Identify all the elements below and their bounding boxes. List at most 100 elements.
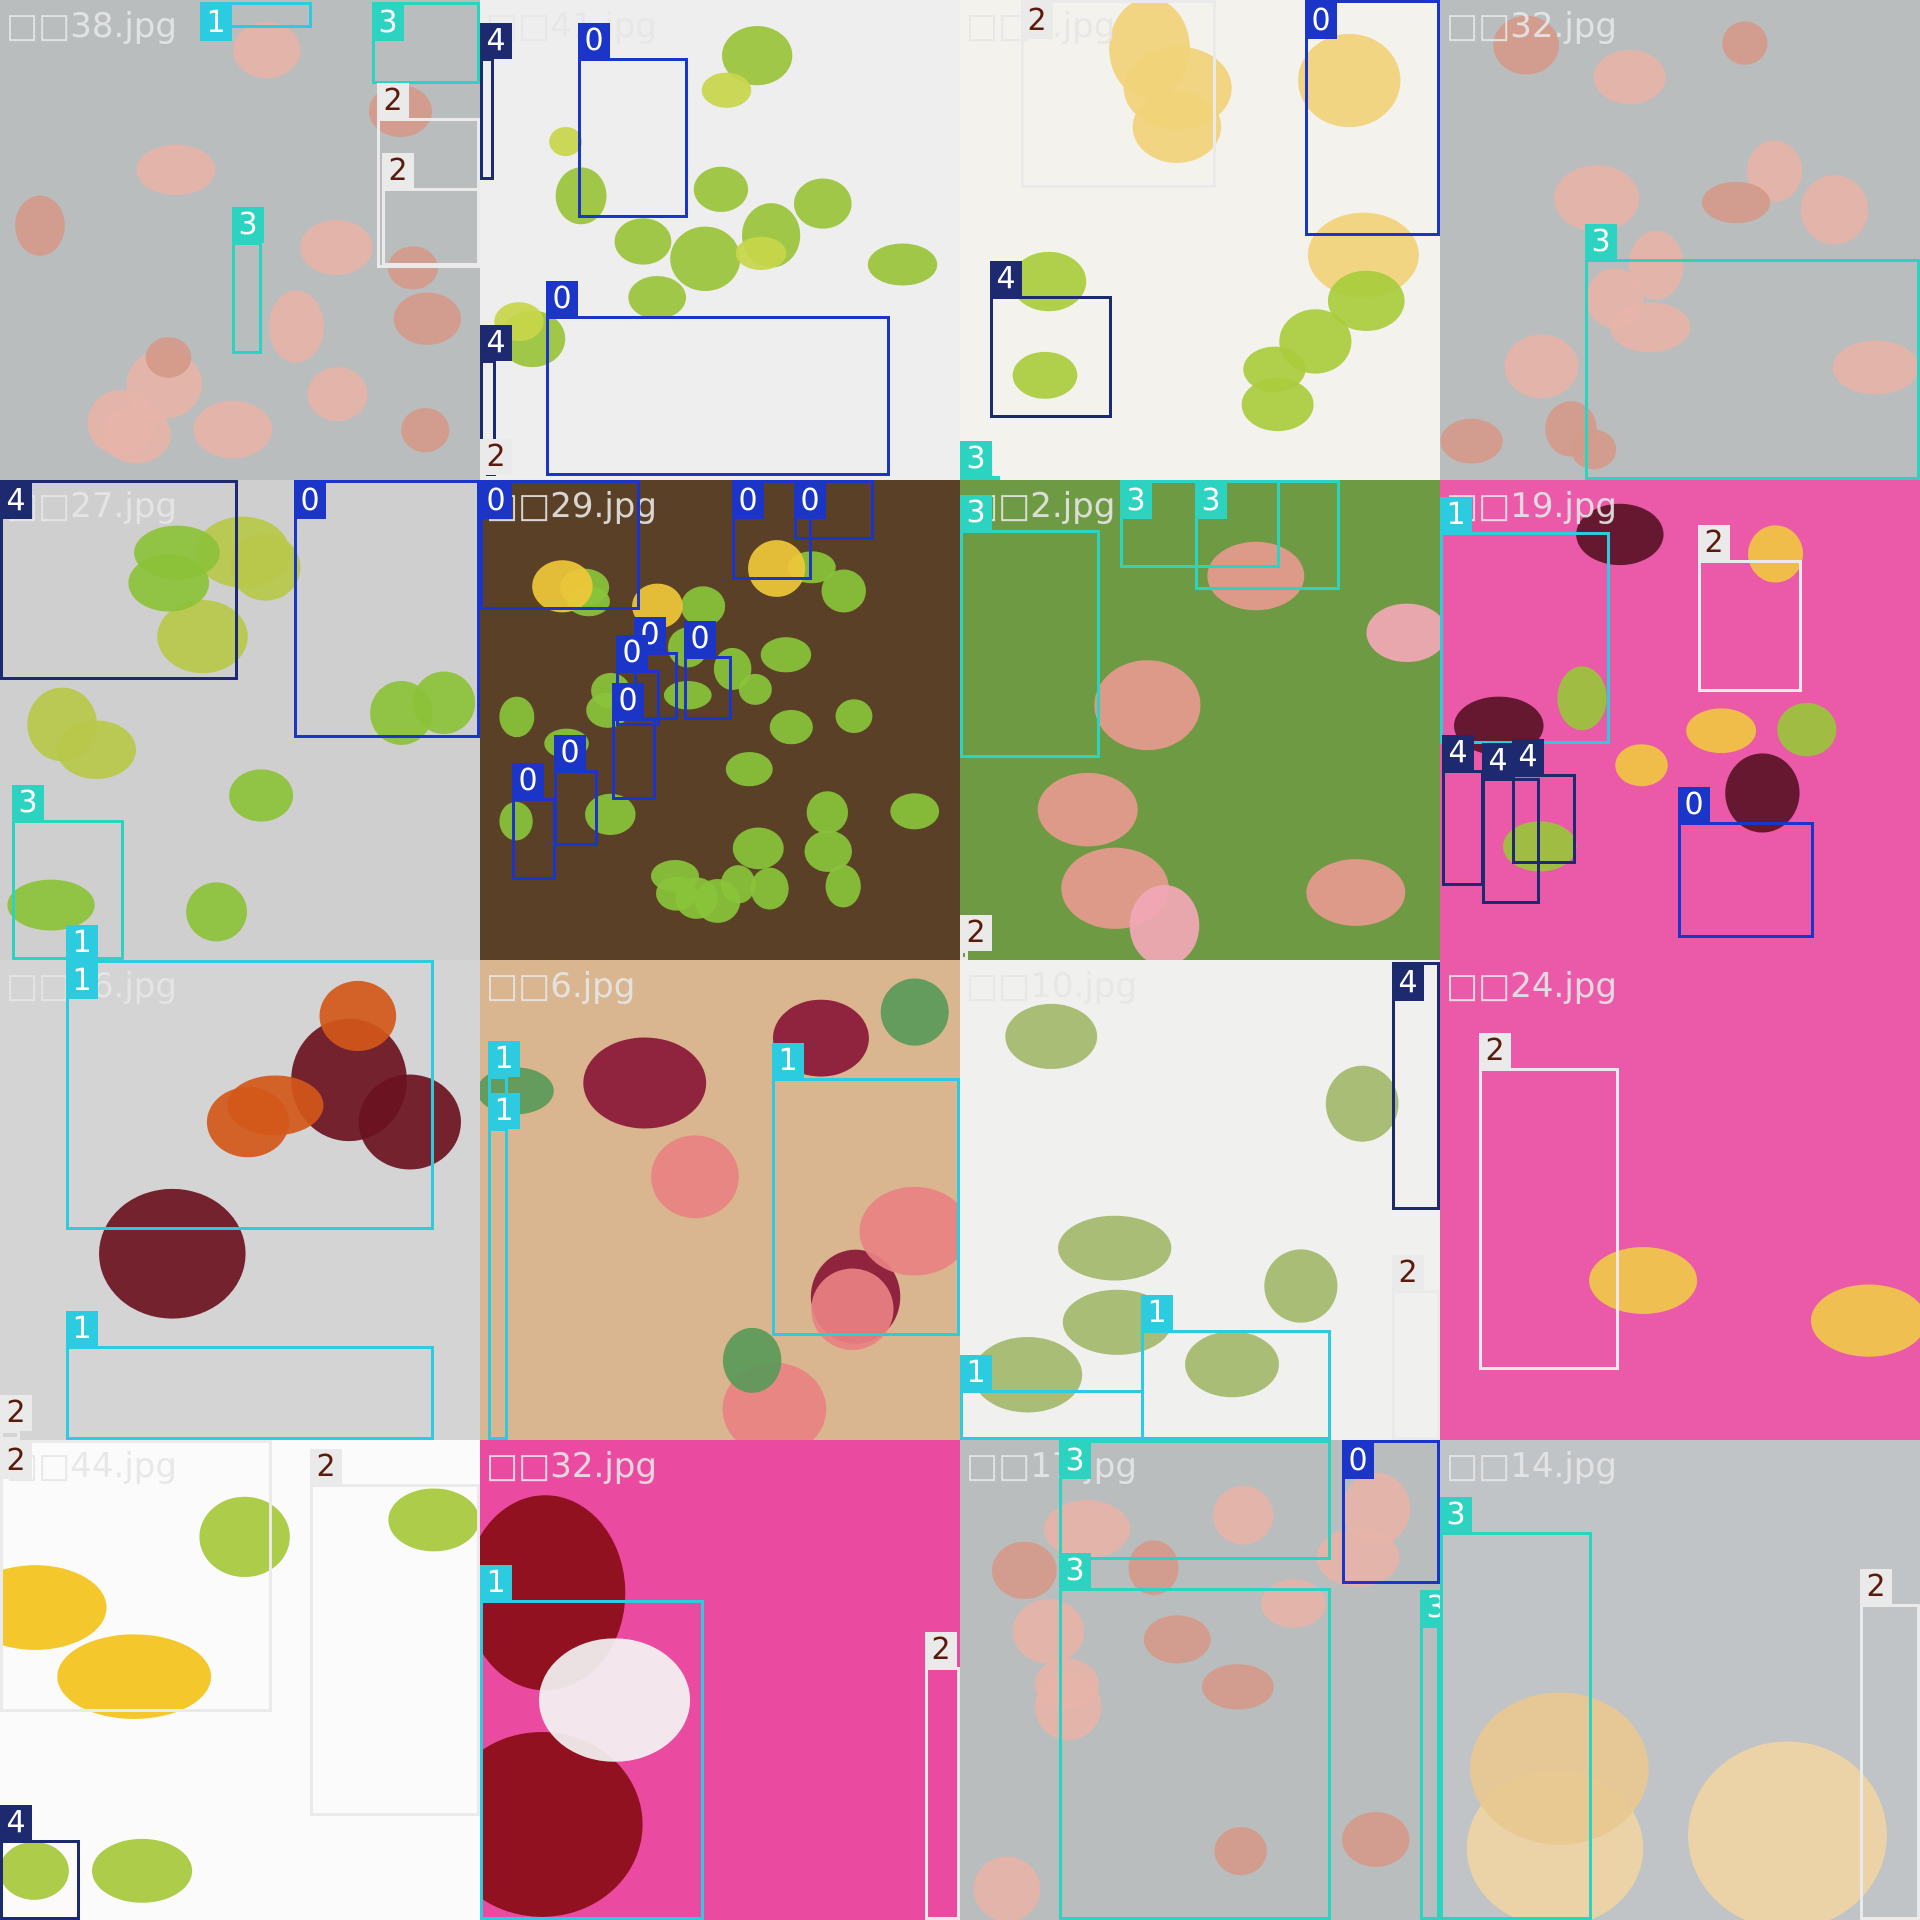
fruit-shape	[91, 1838, 193, 1903]
tile-filename: □□24.jpg	[1446, 966, 1617, 1006]
fruit-shape	[393, 292, 461, 345]
class-label: 4	[1512, 739, 1544, 775]
fruit-shape	[1005, 1003, 1098, 1069]
bounding-box: 4	[1392, 962, 1440, 1210]
class-label: 2	[1698, 525, 1730, 561]
fruit-shape	[1615, 744, 1668, 787]
fruit-shape	[760, 637, 812, 673]
fruit-shape	[499, 696, 535, 738]
class-label: 1	[488, 1093, 520, 1129]
class-label: 4	[480, 325, 512, 361]
class-label: 1	[480, 1565, 512, 1601]
class-label: 2	[1021, 3, 1053, 39]
bounding-box: 2	[1392, 1255, 1440, 1440]
class-label: 1	[772, 1043, 804, 1079]
bounding-box: 2	[382, 153, 480, 266]
mosaic-tile: □□2.jpg 3 3 3 2	[960, 480, 1440, 960]
fruit-shape	[268, 290, 324, 363]
tile-filename: □□32.jpg	[486, 1446, 657, 1486]
mosaic-tile: □□41.jpg 4 0 0 4 2	[480, 0, 960, 480]
fruit-shape	[890, 793, 940, 830]
class-label: 1	[1440, 497, 1472, 533]
bounding-box: 2	[1698, 525, 1802, 692]
class-label: 3	[960, 495, 992, 531]
fruit-shape	[614, 218, 672, 265]
class-label: 0	[554, 735, 586, 771]
mosaic-tile: □□27.jpg 4 0 3 1	[0, 480, 480, 960]
class-label: 0	[512, 763, 544, 799]
class-label: 2	[960, 915, 992, 951]
mosaic-tile: □□32.jpg 3	[1440, 0, 1920, 480]
class-label: 3	[1585, 224, 1617, 260]
fruit-shape	[693, 166, 749, 212]
fruit-shape	[186, 882, 247, 942]
fruit-shape	[880, 978, 949, 1046]
class-label: 2	[1479, 1033, 1511, 1069]
class-label: 4	[0, 1805, 32, 1841]
fruit-shape	[15, 195, 65, 256]
mosaic-tile: □□10.jpg 4 2 1 1	[960, 960, 1440, 1440]
bounding-box: 3	[1585, 224, 1920, 480]
tile-filename: □□14.jpg	[1446, 1446, 1617, 1486]
fruit-shape	[1094, 660, 1201, 751]
class-label: 1	[66, 925, 98, 960]
class-label: 2	[382, 153, 414, 189]
class-label: 3	[1440, 1497, 1472, 1533]
class-label: 1	[200, 5, 232, 41]
class-label: 2	[0, 1443, 32, 1479]
tile-filename: □□38.jpg	[6, 6, 177, 46]
bounding-box: 2	[1021, 0, 1216, 188]
class-label: 0	[616, 635, 648, 671]
bounding-box: 4	[990, 261, 1112, 418]
fruit-shape	[1037, 772, 1138, 847]
fruit-shape	[1722, 21, 1768, 65]
class-label: 2	[925, 1632, 957, 1668]
fruit-shape	[769, 709, 813, 745]
bounding-box: 0	[684, 621, 732, 720]
bounding-box: 3	[1195, 480, 1340, 590]
mosaic-tile: □□17.jpg 3 3 0 3	[960, 1440, 1440, 1920]
class-label: 1	[1141, 1295, 1173, 1331]
bounding-box: 0	[794, 480, 874, 540]
fruit-shape	[56, 720, 137, 780]
fruit-shape	[806, 791, 849, 834]
class-label: 1	[66, 963, 98, 999]
bounding-box: 0	[512, 763, 556, 880]
fruit-shape	[229, 769, 294, 822]
bounding-box: 1	[66, 1311, 434, 1440]
bounding-box: 4	[480, 23, 512, 180]
mosaic-tile: □□16.jpg112	[0, 960, 480, 1440]
fruit-shape	[725, 751, 773, 787]
fruit-shape	[1243, 346, 1306, 393]
fruit-shape	[1554, 165, 1640, 232]
class-label: 3	[232, 207, 264, 243]
bounding-box: 4	[0, 1805, 80, 1920]
fruit-shape	[793, 178, 852, 229]
class-label: 3	[1420, 1590, 1440, 1626]
fruit-shape	[1058, 1215, 1172, 1281]
class-label: 0	[732, 483, 764, 519]
mosaic-tile: □□32.jpg 1 2	[480, 1440, 960, 1920]
class-label: 2	[310, 1449, 342, 1485]
bounding-box: 3	[1420, 1590, 1440, 1920]
class-label: 0	[480, 483, 512, 519]
bounding-box: 0	[1342, 1440, 1440, 1584]
bounding-box: 2	[310, 1449, 480, 1816]
fruit-shape	[694, 879, 741, 923]
bounding-box: 2	[925, 1632, 960, 1920]
fruit-shape	[628, 276, 687, 320]
bounding-box: 0	[554, 735, 598, 846]
fruit-shape	[750, 867, 789, 910]
fruit-shape	[973, 1856, 1041, 1920]
class-label: 2	[0, 1395, 32, 1431]
class-label: 4	[1482, 743, 1514, 779]
class-label: 1	[66, 1311, 98, 1347]
bounding-box: 1	[1440, 497, 1610, 744]
bounding-box: 3	[1059, 1440, 1331, 1560]
class-label: 2	[1392, 1255, 1424, 1291]
mosaic-tile: □□14.jpg 3 2	[1440, 1440, 1920, 1920]
bounding-box: 3	[372, 2, 480, 84]
bounding-box: 3	[1440, 1497, 1592, 1920]
mosaic-tile: □□6.jpg 1 1 1	[480, 960, 960, 1440]
bounding-box: 1	[488, 1093, 520, 1440]
